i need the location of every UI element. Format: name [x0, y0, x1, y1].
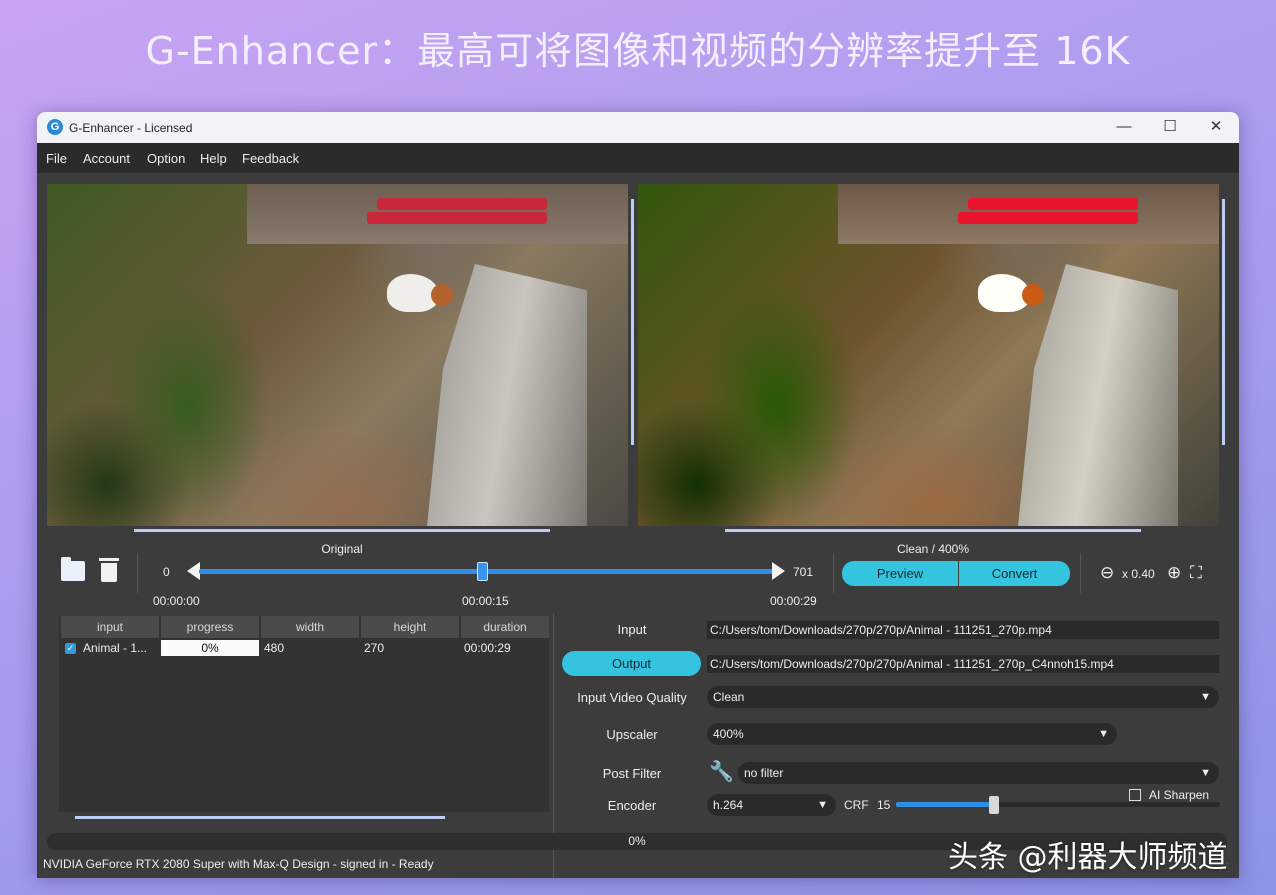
app-logo-icon: G — [47, 119, 63, 135]
chevron-down-icon: ▼ — [817, 799, 828, 811]
column-header-duration[interactable]: duration — [461, 616, 549, 638]
quality-label: Input Video Quality — [577, 690, 687, 705]
folder-icon[interactable] — [61, 557, 85, 581]
chevron-down-icon: ▼ — [1200, 691, 1211, 703]
time-start: 00:00:00 — [153, 594, 200, 608]
table-horizontal-scrollbar[interactable] — [75, 816, 445, 819]
crf-slider-thumb[interactable] — [989, 796, 999, 814]
status-text: NVIDIA GeForce RTX 2080 Super with Max-Q… — [43, 857, 434, 871]
ai-sharpen-label[interactable]: AI Sharpen — [1149, 788, 1209, 802]
enhanced-vertical-scrollbar[interactable] — [1222, 199, 1225, 445]
app-window: G G-Enhancer - Licensed — ☐ ✕ File Account… — [37, 112, 1239, 878]
chevron-down-icon: ▼ — [1200, 767, 1211, 779]
zoom-out-icon[interactable]: ⊖ — [1100, 563, 1114, 583]
ai-sharpen-checkbox[interactable] — [1129, 789, 1141, 801]
cell-progress: 0% — [161, 640, 259, 656]
chevron-down-icon: ▼ — [1098, 728, 1109, 740]
title-bar: G G-Enhancer - Licensed — ☐ ✕ — [37, 112, 1239, 143]
fullscreen-icon[interactable]: ⛶ — [1190, 563, 1202, 583]
row-checkbox[interactable]: ✓ — [65, 643, 76, 654]
menu-feedback[interactable]: Feedback — [242, 151, 299, 166]
time-current: 00:00:15 — [462, 594, 509, 608]
watermark: 头条 @利器大师频道 — [948, 840, 1228, 875]
menu-bar: File Account Option Help Feedback — [37, 143, 1239, 173]
column-header-progress[interactable]: progress — [161, 616, 259, 638]
cell-input[interactable]: Animal - 1... — [83, 640, 159, 656]
encoder-label: Encoder — [607, 798, 657, 813]
cell-width: 480 — [264, 641, 285, 655]
upscaler-select[interactable]: 400% ▼ — [707, 723, 1117, 745]
main-content: Original Clean / 400% 0 701 00:00:00 00:… — [37, 173, 1239, 878]
banner-title: G-Enhancer：最高可将图像和视频的分辨率提升至 16K — [145, 29, 1131, 73]
post-filter-value: no filter — [744, 766, 784, 780]
column-header-input[interactable]: input — [61, 616, 159, 638]
end-frame: 701 — [793, 565, 814, 579]
original-caption: Original — [321, 542, 363, 556]
zoom-level: x 0.40 — [1122, 567, 1155, 581]
window-title: G-Enhancer - Licensed — [69, 121, 193, 135]
minimize-button[interactable]: — — [1101, 112, 1147, 143]
preview-button[interactable]: Preview — [842, 561, 958, 586]
upscaler-value: 400% — [713, 727, 744, 741]
slider-right-handle-icon[interactable] — [772, 562, 785, 580]
menu-help[interactable]: Help — [200, 151, 227, 166]
trash-icon[interactable] — [99, 558, 119, 582]
enhanced-horizontal-scrollbar[interactable] — [725, 529, 1141, 532]
convert-button[interactable]: Convert — [959, 561, 1070, 586]
upscaler-label: Upscaler — [606, 727, 658, 742]
original-vertical-scrollbar[interactable] — [631, 199, 634, 445]
post-filter-select[interactable]: no filter ▼ — [738, 762, 1219, 784]
input-path-field[interactable]: C:/Users/tom/Downloads/270p/270p/Animal … — [707, 621, 1219, 639]
wrench-icon[interactable]: 🔧 — [709, 760, 734, 784]
quality-select[interactable]: Clean ▼ — [707, 686, 1219, 708]
column-header-width[interactable]: width — [261, 616, 359, 638]
output-button[interactable]: Output — [562, 651, 701, 676]
close-button[interactable]: ✕ — [1193, 112, 1239, 143]
output-path-field[interactable]: C:/Users/tom/Downloads/270p/270p/Animal … — [707, 655, 1219, 673]
crf-slider-fill — [896, 802, 994, 807]
input-label: Input — [617, 622, 647, 637]
cell-duration: 00:00:29 — [464, 641, 511, 655]
zoom-in-icon[interactable]: ⊕ — [1167, 563, 1181, 583]
menu-file[interactable]: File — [46, 151, 67, 166]
enhanced-preview-image — [638, 184, 1219, 526]
timeline-thumb[interactable] — [477, 562, 489, 581]
cell-height: 270 — [364, 641, 385, 655]
post-filter-label: Post Filter — [602, 766, 662, 781]
column-header-height[interactable]: height — [361, 616, 459, 638]
quality-value: Clean — [713, 690, 745, 704]
start-frame: 0 — [163, 565, 170, 579]
enhanced-caption: Clean / 400% — [896, 542, 970, 556]
maximize-button[interactable]: ☐ — [1147, 112, 1193, 143]
time-end: 00:00:29 — [770, 594, 817, 608]
encoder-value: h.264 — [713, 798, 744, 812]
encoder-select[interactable]: h.264 ▼ — [707, 794, 836, 816]
menu-option[interactable]: Option — [147, 151, 185, 166]
menu-account[interactable]: Account — [83, 151, 130, 166]
crf-value: 15 — [877, 798, 891, 812]
file-table: input progress width height duration ✓ A… — [59, 616, 549, 812]
original-preview-image — [47, 184, 628, 526]
original-horizontal-scrollbar[interactable] — [134, 529, 550, 532]
crf-label: CRF — [844, 798, 869, 812]
